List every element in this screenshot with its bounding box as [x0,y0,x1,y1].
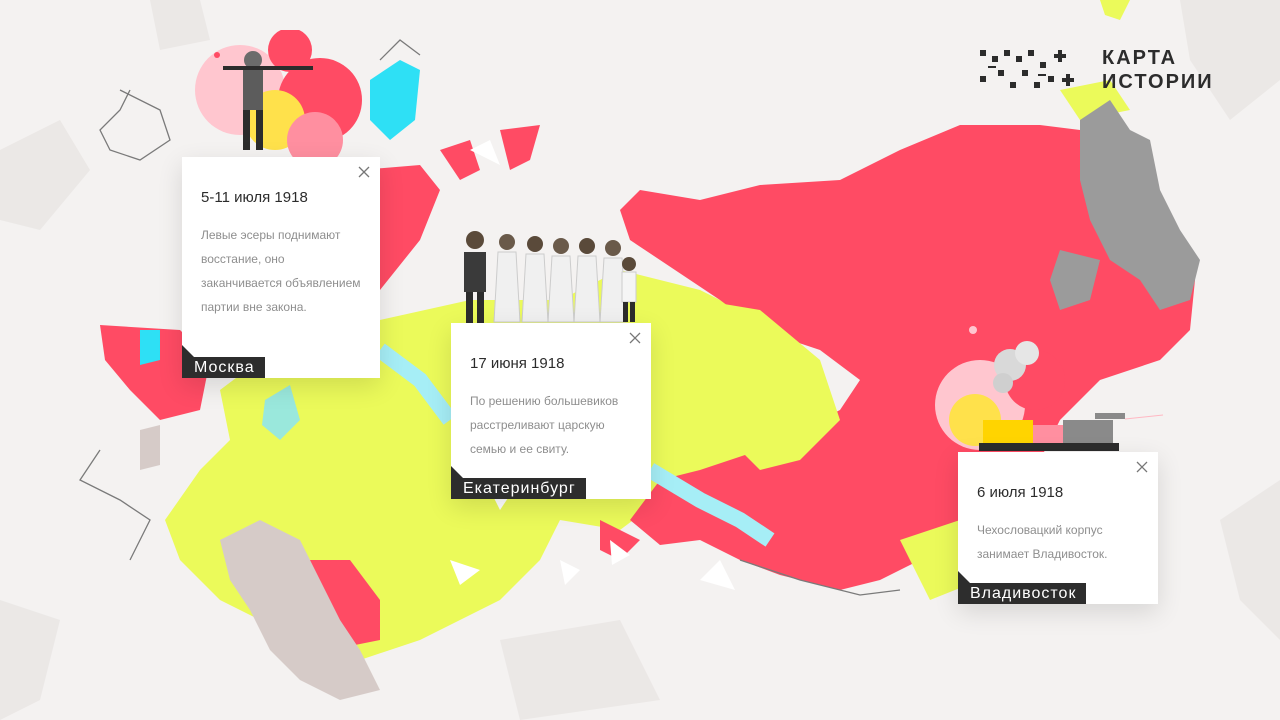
city-label-notch [958,571,970,583]
close-icon[interactable] [1134,459,1150,475]
city-label-notch [451,466,463,478]
soldier-illustration [195,30,362,160]
event-description: По решению большевиков расстреливают цар… [470,394,619,456]
logo-line-1: КАРТА [1102,47,1178,69]
event-card-vladivostok[interactable]: 6 июля 1918 Чехословацкий корпус занимае… [958,452,1158,604]
event-description: Чехословацкий корпус занимает Владивосто… [977,523,1108,561]
armored-train-illustration [935,326,1164,451]
event-card-moscow[interactable]: 5-11 июля 1918 Левые эсеры поднимают вос… [182,157,380,378]
city-label[interactable]: Екатеринбург [451,478,586,499]
logo-icon [980,50,1074,88]
event-date: 17 июня 1918 [470,355,565,372]
brand-logo[interactable]: КАРТА ИСТОРИИ [978,46,1214,94]
event-card-ekaterinburg[interactable]: 17 июня 1918 По решению большевиков расс… [451,323,651,499]
event-date: 5-11 июля 1918 [201,189,308,206]
close-icon[interactable] [356,164,372,180]
royal-family-illustration [464,231,637,324]
city-label[interactable]: Владивосток [958,583,1087,604]
logo-line-2: ИСТОРИИ [1102,71,1214,93]
close-icon[interactable] [627,330,643,346]
event-description: Левые эсеры поднимают восстание, оно зак… [201,228,361,314]
city-label[interactable]: Москва [182,357,265,378]
city-label-notch [182,345,194,357]
event-date: 6 июля 1918 [977,484,1064,501]
logo-text: КАРТА ИСТОРИИ [1102,46,1214,94]
